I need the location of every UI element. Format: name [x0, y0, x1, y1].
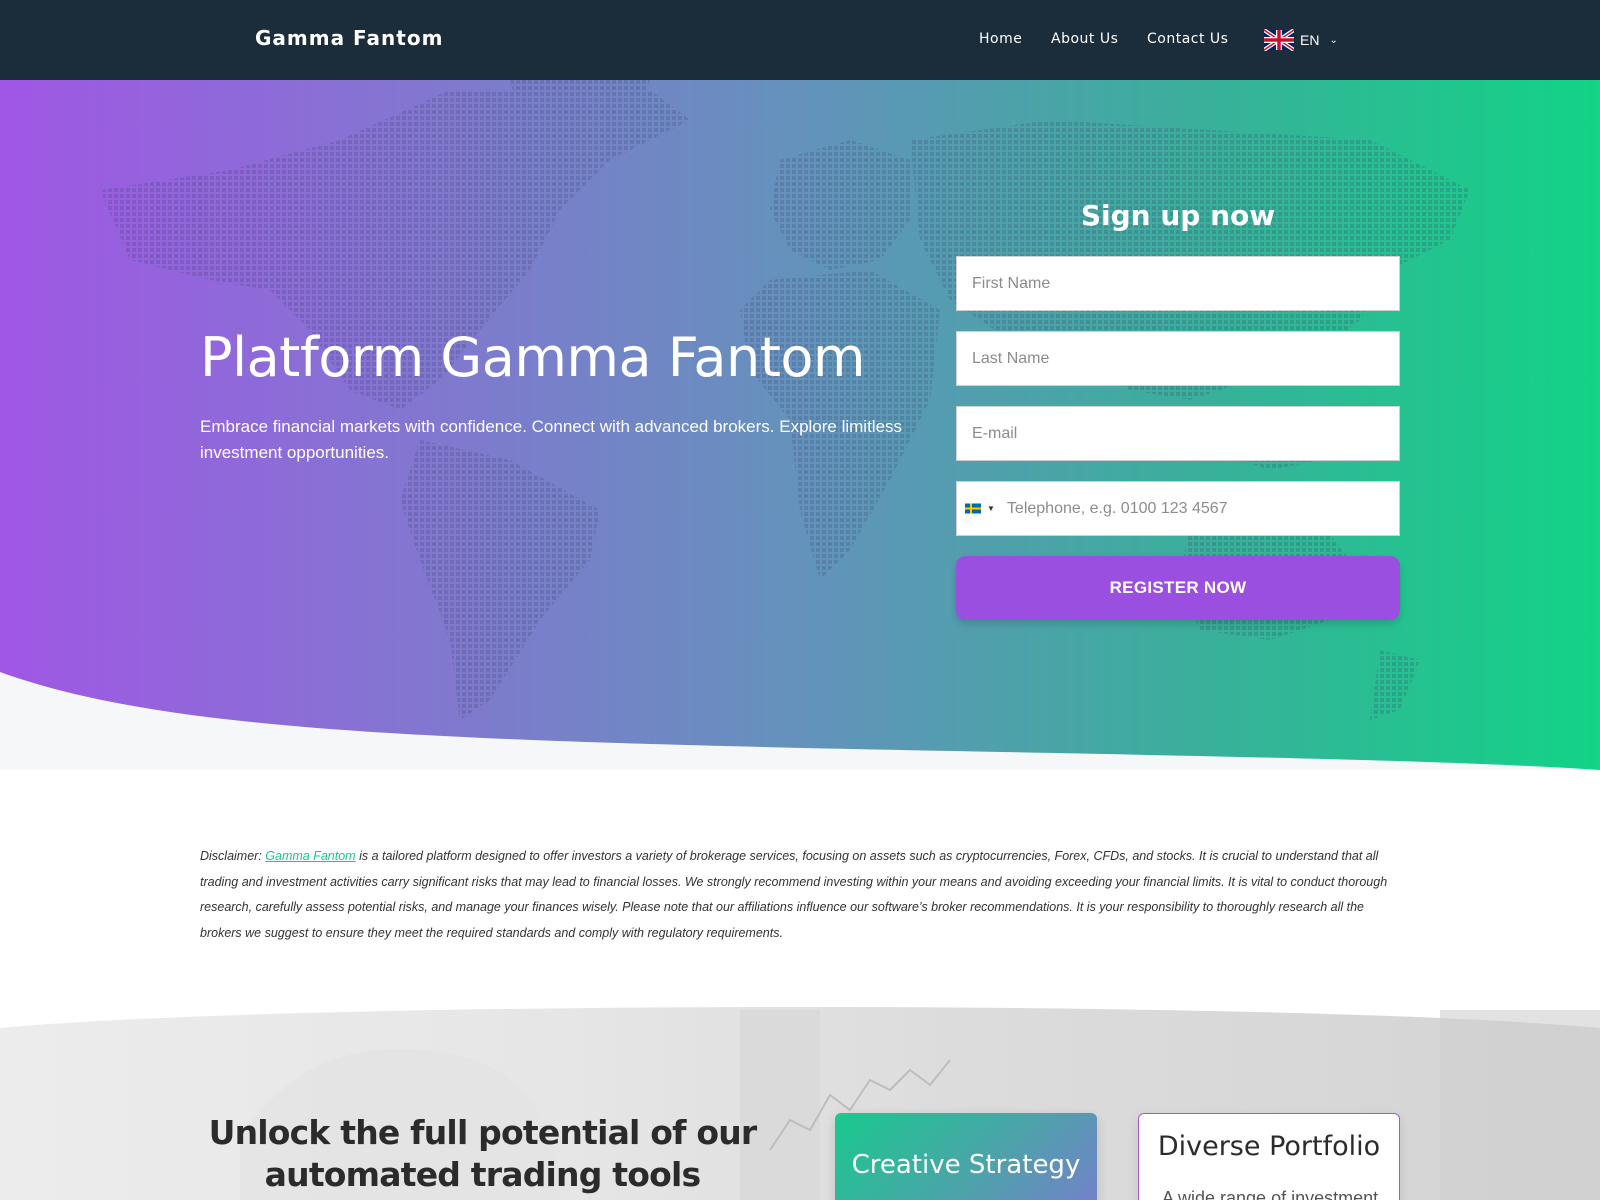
disclaimer-prefix: Disclaimer: — [200, 849, 266, 863]
first-name-input[interactable]: First Name — [956, 256, 1400, 311]
top-navbar: Gamma Fantom Home About Us Contact Us EN… — [0, 0, 1600, 80]
language-selector[interactable]: EN ⌄ — [1264, 28, 1338, 52]
chevron-down-icon: ⌄ — [1329, 34, 1338, 46]
language-label: EN — [1300, 32, 1320, 48]
disclaimer-body: is a tailored platform designed to offer… — [200, 849, 1388, 940]
last-name-input[interactable]: Last Name — [956, 331, 1400, 386]
nav-link-contact-us[interactable]: Contact Us — [1147, 31, 1228, 47]
sweden-flag-icon[interactable] — [965, 503, 981, 514]
email-input[interactable]: E-mail — [956, 406, 1400, 461]
disclaimer-text: Disclaimer: Gamma Fantom is a tailored p… — [200, 844, 1400, 946]
hero-title: Platform Gamma Fantom — [200, 326, 866, 389]
nav-link-home[interactable]: Home — [979, 31, 1022, 47]
diverse-portfolio-text: A wide range of investment — [1162, 1188, 1379, 1200]
disclaimer-brand-link[interactable]: Gamma Fantom — [265, 849, 355, 863]
nav-link-about-us[interactable]: About Us — [1051, 31, 1118, 47]
signup-title: Sign up now — [1080, 199, 1276, 232]
register-now-button[interactable]: REGISTER NOW — [956, 556, 1400, 620]
creative-strategy-title: Creative Strategy — [851, 1150, 1081, 1180]
country-dropdown-caret-icon[interactable]: ▼ — [987, 504, 995, 513]
hero-subtitle: Embrace financial markets with confidenc… — [200, 417, 903, 462]
uk-flag-icon — [1264, 29, 1294, 51]
phone-input[interactable]: ▼ Telephone, e.g. 0100 123 4567 — [956, 481, 1400, 536]
phone-placeholder: Telephone, e.g. 0100 123 4567 — [1006, 499, 1228, 517]
features-heading: Unlock the full potential of our automat… — [208, 1113, 758, 1194]
brand-logo[interactable]: Gamma Fantom — [255, 26, 443, 50]
diverse-portfolio-title: Diverse Portfolio — [1157, 1131, 1381, 1162]
